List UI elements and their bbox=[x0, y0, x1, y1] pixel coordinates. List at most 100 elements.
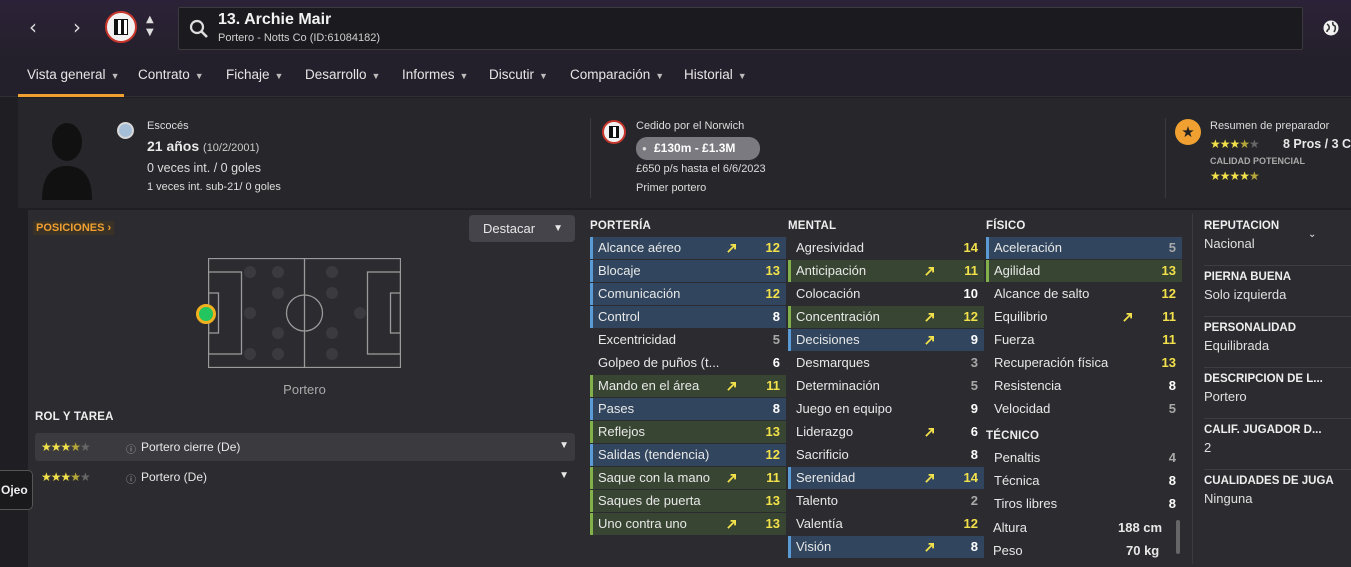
physical-heading: FÍSICO bbox=[986, 220, 1026, 232]
attribute-row[interactable]: Recuperación física 13 bbox=[986, 352, 1182, 374]
attribute-row[interactable]: Visión 8 bbox=[788, 536, 984, 558]
role-heading: ROL Y TAREA bbox=[35, 411, 114, 423]
attribute-name: Agilidad bbox=[994, 263, 1041, 278]
attribute-row[interactable]: Determinación 5 bbox=[788, 375, 984, 397]
parent-club-crest-icon[interactable] bbox=[602, 120, 626, 144]
attribute-row[interactable]: Aceleración 5 bbox=[986, 237, 1182, 259]
value-badge[interactable]: ● £130m - £1.3M bbox=[636, 137, 760, 160]
attribute-row[interactable]: Anticipación 11 bbox=[788, 260, 984, 282]
attribute-row[interactable]: Salidas (tendencia) 12 bbox=[590, 444, 786, 466]
attribute-name: Blocaje bbox=[598, 263, 641, 278]
attribute-name: Aceleración bbox=[994, 240, 1062, 255]
tab-vista-general[interactable]: Vista general ▼ bbox=[18, 57, 124, 97]
search-icon[interactable] bbox=[189, 19, 209, 39]
info-value: Equilibrada bbox=[1204, 338, 1270, 353]
info-icon[interactable]: ⓘ bbox=[126, 471, 136, 486]
attribute-row[interactable]: Comunicación 12 bbox=[590, 283, 786, 305]
role-row[interactable]: ★★★★★ ⓘ Portero cierre (De) ▼ bbox=[35, 433, 575, 461]
role-row[interactable]: ★★★★★ ⓘ Portero (De) ▼ bbox=[35, 463, 575, 491]
attribute-row[interactable]: Excentricidad 5 bbox=[590, 329, 786, 351]
attribute-row[interactable]: Valentía 12 bbox=[788, 513, 984, 535]
attribute-name: Técnica bbox=[994, 473, 1040, 488]
attribute-name: Determinación bbox=[796, 378, 880, 393]
tab-fichaje[interactable]: Fichaje ▼ bbox=[226, 57, 283, 97]
attribute-name: Juego en equipo bbox=[796, 401, 893, 416]
attribute-row[interactable]: Liderazgo 6 bbox=[788, 421, 984, 443]
attribute-row[interactable]: Concentración 12 bbox=[788, 306, 984, 328]
info-item[interactable]: PIERNA BUENA Solo izquierda bbox=[1204, 271, 1351, 317]
attribute-row[interactable]: Juego en equipo 9 bbox=[788, 398, 984, 420]
pros-cons: 8 Pros / 3 C bbox=[1283, 137, 1351, 151]
attribute-name: Agresividad bbox=[796, 240, 864, 255]
attribute-row[interactable]: Alcance de salto 12 bbox=[986, 283, 1182, 305]
attribute-row[interactable]: Control 8 bbox=[590, 306, 786, 328]
attribute-row[interactable]: Talento 2 bbox=[788, 490, 984, 512]
info-item[interactable]: PERSONALIDAD Equilibrada bbox=[1204, 322, 1351, 368]
attribute-row[interactable]: Agilidad 13 bbox=[986, 260, 1182, 282]
chevron-down-icon[interactable]: ⌄ bbox=[1308, 229, 1316, 240]
globe-icon[interactable] bbox=[1322, 19, 1340, 37]
forward-icon[interactable]: › bbox=[60, 10, 94, 44]
info-item[interactable]: DESCRIPCIÓN DE L... Portero bbox=[1204, 373, 1351, 419]
tab-desarrollo[interactable]: Desarrollo ▼ bbox=[305, 57, 380, 97]
attribute-row[interactable]: Blocaje 13 bbox=[590, 260, 786, 282]
attribute-name: Pases bbox=[598, 401, 635, 416]
position-marker-gk[interactable] bbox=[196, 304, 216, 324]
attribute-value: 5 bbox=[970, 378, 978, 393]
tab-historial[interactable]: Historial ▼ bbox=[684, 57, 747, 97]
positions-link[interactable]: POSICIONES › bbox=[33, 221, 115, 235]
highlight-dropdown[interactable]: Destacar ▼ bbox=[469, 215, 575, 242]
nation-flag-icon[interactable] bbox=[117, 122, 134, 139]
back-icon[interactable]: ‹ bbox=[16, 10, 50, 44]
tab-contrato[interactable]: Contrato ▼ bbox=[138, 57, 204, 97]
player-silhouette-icon bbox=[42, 123, 92, 200]
attribute-row[interactable]: Decisiones 9 bbox=[788, 329, 984, 351]
tab-informes[interactable]: Informes ▼ bbox=[402, 57, 468, 97]
attribute-row[interactable]: Alcance aéreo 12 bbox=[590, 237, 786, 259]
attribute-name: Liderazgo bbox=[796, 424, 854, 439]
info-item[interactable]: CUALIDADES DE JUGA Ninguna bbox=[1204, 475, 1351, 521]
attribute-row[interactable]: Técnica 8 bbox=[986, 470, 1182, 492]
info-title: REPUTACIÓN bbox=[1204, 220, 1280, 232]
attribute-row[interactable]: Fuerza 11 bbox=[986, 329, 1182, 351]
attribute-row[interactable]: Tiros libres 8 bbox=[986, 493, 1182, 515]
info-icon[interactable]: ⓘ bbox=[126, 441, 136, 456]
attribute-row[interactable]: Uno contra uno 13 bbox=[590, 513, 786, 535]
attribute-row[interactable]: Saque con la mano 11 bbox=[590, 467, 786, 489]
scouting-side-tab[interactable]: Ojeo bbox=[0, 470, 33, 510]
chevron-down-icon[interactable]: ▼ bbox=[559, 470, 569, 481]
chevron-down-icon[interactable]: ▼ bbox=[559, 440, 569, 451]
attribute-row[interactable]: Colocación 10 bbox=[788, 283, 984, 305]
attribute-row[interactable]: Equilibrio 11 bbox=[986, 306, 1182, 328]
attribute-row[interactable]: Saques de puerta 13 bbox=[590, 490, 786, 512]
attribute-row[interactable]: Velocidad 5 bbox=[986, 398, 1182, 420]
club-crest-icon[interactable] bbox=[105, 11, 137, 43]
attribute-row[interactable]: Desmarques 3 bbox=[788, 352, 984, 374]
attribute-row[interactable]: Golpeo de puños (t... 6 bbox=[590, 352, 786, 374]
tab-comparacion[interactable]: Comparación ▼ bbox=[570, 57, 664, 97]
attribute-value: 9 bbox=[970, 401, 978, 416]
attribute-row[interactable]: Penaltis 4 bbox=[986, 447, 1182, 469]
info-item[interactable]: CALIF. JUGADOR D... 2 bbox=[1204, 424, 1351, 470]
scrollbar[interactable] bbox=[1176, 520, 1180, 554]
attribute-value: 4 bbox=[1168, 450, 1176, 465]
potential-stars-icon: ★★★★★ bbox=[1210, 169, 1260, 183]
attribute-row[interactable]: Serenidad 14 bbox=[788, 467, 984, 489]
info-value: Portero bbox=[1204, 389, 1247, 404]
attribute-value: 5 bbox=[1168, 240, 1176, 255]
info-title: DESCRIPCIÓN DE L... bbox=[1204, 373, 1323, 385]
squad-nav-icon[interactable]: ▲ ▼ bbox=[146, 13, 154, 39]
ability-stars-icon: ★★★★★ bbox=[1210, 137, 1260, 151]
attribute-name: Decisiones bbox=[796, 332, 860, 347]
nationality: Escocés bbox=[147, 120, 189, 132]
attribute-row[interactable]: Sacrificio 8 bbox=[788, 444, 984, 466]
attribute-row[interactable]: Resistencia 8 bbox=[986, 375, 1182, 397]
attribute-row[interactable]: Agresividad 14 bbox=[788, 237, 984, 259]
info-item[interactable]: REPUTACIÓN Nacional bbox=[1204, 220, 1351, 266]
improvement-arrow-icon bbox=[925, 267, 934, 276]
attribute-row[interactable]: Reflejos 13 bbox=[590, 421, 786, 443]
tab-discutir[interactable]: Discutir ▼ bbox=[489, 57, 548, 97]
attribute-row[interactable]: Pases 8 bbox=[590, 398, 786, 420]
info-value: Solo izquierda bbox=[1204, 287, 1287, 302]
attribute-row[interactable]: Mando en el área 11 bbox=[590, 375, 786, 397]
